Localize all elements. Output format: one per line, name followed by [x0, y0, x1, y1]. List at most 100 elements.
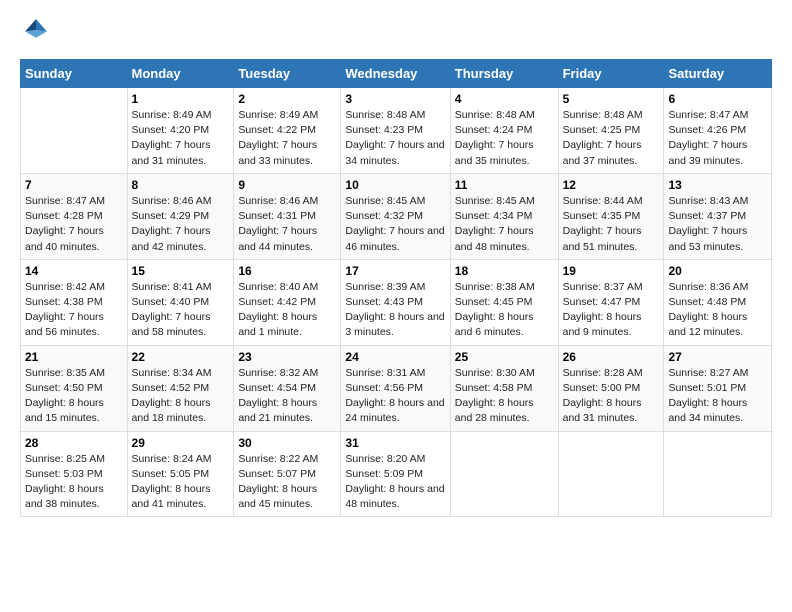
- calendar-cell: 19 Sunrise: 8:37 AM Sunset: 4:47 PM Dayli…: [558, 259, 664, 345]
- day-number: 6: [668, 92, 767, 106]
- day-number: 14: [25, 264, 123, 278]
- calendar-cell: 6 Sunrise: 8:47 AM Sunset: 4:26 PM Daylig…: [664, 88, 772, 174]
- day-info: Sunrise: 8:46 AM Sunset: 4:31 PM Dayligh…: [238, 194, 336, 255]
- calendar-cell: 1 Sunrise: 8:49 AM Sunset: 4:20 PM Daylig…: [127, 88, 234, 174]
- day-number: 15: [132, 264, 230, 278]
- day-info: Sunrise: 8:37 AM Sunset: 4:47 PM Dayligh…: [563, 280, 660, 341]
- day-info: Sunrise: 8:47 AM Sunset: 4:26 PM Dayligh…: [668, 108, 767, 169]
- day-number: 5: [563, 92, 660, 106]
- day-info: Sunrise: 8:49 AM Sunset: 4:22 PM Dayligh…: [238, 108, 336, 169]
- column-header-monday: Monday: [127, 60, 234, 88]
- day-number: 8: [132, 178, 230, 192]
- day-number: 22: [132, 350, 230, 364]
- day-number: 16: [238, 264, 336, 278]
- calendar-cell: 15Sunrise: 8:41 AM Sunset: 4:40 PM Dayli…: [127, 259, 234, 345]
- day-number: 11: [455, 178, 554, 192]
- calendar-cell: 16 Sunrise: 8:40 AM Sunset: 4:42 PM Dayli…: [234, 259, 341, 345]
- calendar-cell: 11 Sunrise: 8:45 AM Sunset: 4:34 PM Dayli…: [450, 173, 558, 259]
- day-info: Sunrise: 8:46 AM Sunset: 4:29 PM Dayligh…: [132, 194, 230, 255]
- calendar-cell: 27 Sunrise: 8:27 AM Sunset: 5:01 PM Dayli…: [664, 345, 772, 431]
- day-info: Sunrise: 8:43 AM Sunset: 4:37 PM Dayligh…: [668, 194, 767, 255]
- day-number: 26: [563, 350, 660, 364]
- day-number: 17: [345, 264, 445, 278]
- day-number: 10: [345, 178, 445, 192]
- day-number: 27: [668, 350, 767, 364]
- day-info: Sunrise: 8:39 AM Sunset: 4:43 PM Dayligh…: [345, 280, 445, 341]
- day-number: 12: [563, 178, 660, 192]
- column-header-friday: Friday: [558, 60, 664, 88]
- column-header-wednesday: Wednesday: [341, 60, 450, 88]
- column-header-tuesday: Tuesday: [234, 60, 341, 88]
- day-info: Sunrise: 8:28 AM Sunset: 5:00 PM Dayligh…: [563, 366, 660, 427]
- calendar-cell: 26 Sunrise: 8:28 AM Sunset: 5:00 PM Dayli…: [558, 345, 664, 431]
- calendar-week-row: 7Sunrise: 8:47 AM Sunset: 4:28 PM Daylig…: [21, 173, 772, 259]
- calendar-cell: 2 Sunrise: 8:49 AM Sunset: 4:22 PM Daylig…: [234, 88, 341, 174]
- day-info: Sunrise: 8:36 AM Sunset: 4:48 PM Dayligh…: [668, 280, 767, 341]
- day-number: 7: [25, 178, 123, 192]
- day-number: 25: [455, 350, 554, 364]
- calendar-cell: 14 Sunrise: 8:42 AM Sunset: 4:38 PM Dayli…: [21, 259, 128, 345]
- day-info: Sunrise: 8:48 AM Sunset: 4:23 PM Dayligh…: [345, 108, 445, 169]
- page-header: [20, 16, 772, 49]
- calendar-cell: 28 Sunrise: 8:25 AM Sunset: 5:03 PM Dayli…: [21, 431, 128, 517]
- calendar-cell: [21, 88, 128, 174]
- day-number: 9: [238, 178, 336, 192]
- calendar-cell: [558, 431, 664, 517]
- day-number: 19: [563, 264, 660, 278]
- calendar-table: SundayMondayTuesdayWednesdayThursdayFrid…: [20, 59, 772, 517]
- day-info: Sunrise: 8:24 AM Sunset: 5:05 PM Dayligh…: [132, 452, 230, 513]
- column-header-sunday: Sunday: [21, 60, 128, 88]
- day-info: Sunrise: 8:40 AM Sunset: 4:42 PM Dayligh…: [238, 280, 336, 341]
- calendar-week-row: 21 Sunrise: 8:35 AM Sunset: 4:50 PM Dayli…: [21, 345, 772, 431]
- calendar-cell: 21 Sunrise: 8:35 AM Sunset: 4:50 PM Dayli…: [21, 345, 128, 431]
- calendar-cell: 22 Sunrise: 8:34 AM Sunset: 4:52 PM Dayli…: [127, 345, 234, 431]
- calendar-cell: [664, 431, 772, 517]
- day-number: 29: [132, 436, 230, 450]
- calendar-week-row: 1 Sunrise: 8:49 AM Sunset: 4:20 PM Daylig…: [21, 88, 772, 174]
- calendar-week-row: 28 Sunrise: 8:25 AM Sunset: 5:03 PM Dayli…: [21, 431, 772, 517]
- calendar-cell: 12 Sunrise: 8:44 AM Sunset: 4:35 PM Dayli…: [558, 173, 664, 259]
- day-info: Sunrise: 8:44 AM Sunset: 4:35 PM Dayligh…: [563, 194, 660, 255]
- day-number: 20: [668, 264, 767, 278]
- calendar-cell: [450, 431, 558, 517]
- day-number: 1: [132, 92, 230, 106]
- day-info: Sunrise: 8:42 AM Sunset: 4:38 PM Dayligh…: [25, 280, 123, 341]
- calendar-week-row: 14 Sunrise: 8:42 AM Sunset: 4:38 PM Dayli…: [21, 259, 772, 345]
- day-number: 13: [668, 178, 767, 192]
- calendar-cell: 29 Sunrise: 8:24 AM Sunset: 5:05 PM Dayli…: [127, 431, 234, 517]
- calendar-cell: 8 Sunrise: 8:46 AM Sunset: 4:29 PM Daylig…: [127, 173, 234, 259]
- calendar-cell: 18Sunrise: 8:38 AM Sunset: 4:45 PM Dayli…: [450, 259, 558, 345]
- day-info: Sunrise: 8:38 AM Sunset: 4:45 PM Dayligh…: [455, 280, 554, 341]
- day-info: Sunrise: 8:35 AM Sunset: 4:50 PM Dayligh…: [25, 366, 123, 427]
- day-info: Sunrise: 8:25 AM Sunset: 5:03 PM Dayligh…: [25, 452, 123, 513]
- day-info: Sunrise: 8:27 AM Sunset: 5:01 PM Dayligh…: [668, 366, 767, 427]
- day-number: 30: [238, 436, 336, 450]
- day-info: Sunrise: 8:31 AM Sunset: 4:56 PM Dayligh…: [345, 366, 445, 427]
- day-number: 4: [455, 92, 554, 106]
- calendar-cell: 3 Sunrise: 8:48 AM Sunset: 4:23 PM Daylig…: [341, 88, 450, 174]
- day-number: 3: [345, 92, 445, 106]
- calendar-cell: 5 Sunrise: 8:48 AM Sunset: 4:25 PM Daylig…: [558, 88, 664, 174]
- day-info: Sunrise: 8:48 AM Sunset: 4:24 PM Dayligh…: [455, 108, 554, 169]
- day-info: Sunrise: 8:48 AM Sunset: 4:25 PM Dayligh…: [563, 108, 660, 169]
- calendar-cell: 17 Sunrise: 8:39 AM Sunset: 4:43 PM Dayli…: [341, 259, 450, 345]
- calendar-cell: 24Sunrise: 8:31 AM Sunset: 4:56 PM Dayli…: [341, 345, 450, 431]
- day-number: 23: [238, 350, 336, 364]
- day-number: 2: [238, 92, 336, 106]
- day-info: Sunrise: 8:34 AM Sunset: 4:52 PM Dayligh…: [132, 366, 230, 427]
- day-info: Sunrise: 8:49 AM Sunset: 4:20 PM Dayligh…: [132, 108, 230, 169]
- calendar-header-row: SundayMondayTuesdayWednesdayThursdayFrid…: [21, 60, 772, 88]
- calendar-cell: 30 Sunrise: 8:22 AM Sunset: 5:07 PM Dayli…: [234, 431, 341, 517]
- calendar-cell: 9 Sunrise: 8:46 AM Sunset: 4:31 PM Daylig…: [234, 173, 341, 259]
- logo: [20, 16, 50, 49]
- day-number: 31: [345, 436, 445, 450]
- calendar-cell: 13 Sunrise: 8:43 AM Sunset: 4:37 PM Dayli…: [664, 173, 772, 259]
- day-info: Sunrise: 8:22 AM Sunset: 5:07 PM Dayligh…: [238, 452, 336, 513]
- day-info: Sunrise: 8:45 AM Sunset: 4:34 PM Dayligh…: [455, 194, 554, 255]
- day-number: 28: [25, 436, 123, 450]
- day-number: 21: [25, 350, 123, 364]
- day-info: Sunrise: 8:45 AM Sunset: 4:32 PM Dayligh…: [345, 194, 445, 255]
- calendar-cell: 31Sunrise: 8:20 AM Sunset: 5:09 PM Dayli…: [341, 431, 450, 517]
- column-header-saturday: Saturday: [664, 60, 772, 88]
- calendar-cell: 4 Sunrise: 8:48 AM Sunset: 4:24 PM Daylig…: [450, 88, 558, 174]
